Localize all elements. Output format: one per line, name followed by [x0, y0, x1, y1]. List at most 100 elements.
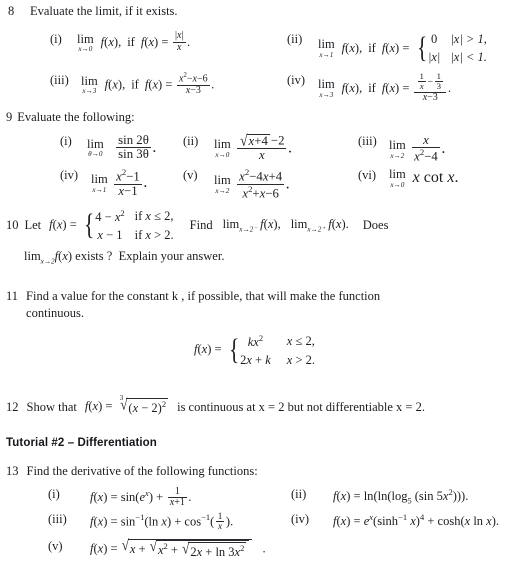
case-1-condition: |x| > 1,: [450, 31, 487, 46]
item-label-iii: (iii): [50, 72, 69, 87]
question-13-item-ii: (ii) f(x) = ln(ln(log5 (sin 5x2))).: [291, 487, 468, 506]
question-10: 10 Let f(x) = { 4 − x2 if x ≤ 2, x − 1 i…: [6, 208, 503, 266]
limit-operator: lim x→3: [81, 73, 98, 96]
case-1-condition: if x ≤ 2,: [134, 209, 174, 224]
limit-operator: lim x→1: [318, 37, 335, 59]
item-label-i: (i): [50, 31, 62, 46]
item-v-expression: f(x) = √ x + √ x2 + √ 2x + ln 3x2 .: [90, 536, 266, 560]
question-9-item-v: (v) lim x→2 x2−4x+4 x2+x−6.: [183, 166, 290, 201]
worksheet-page: 8 Evaluate the limit, if it exists. (i) …: [0, 0, 507, 577]
question-10-does-word: Does: [362, 218, 389, 233]
item-ii-expression: f(x) = ln(ln(log5 (sin 5x2))).: [333, 487, 469, 506]
question-8-item-ii: (ii) lim x→1 f(x), if f(x) = { 0 |x| > 1, |…: [287, 32, 487, 66]
question-8-item-iv: (iv) lim x→3 f(x), if f(x) = 1 x −1 3 x−3 .: [287, 70, 452, 105]
item-iv-expression: f(x) = ex(sinh−1 x)4 + cosh(x ln x).: [333, 512, 500, 529]
question-10-number: 10: [6, 218, 19, 233]
limit-operator: lim x→0: [214, 137, 231, 159]
question-9-item-i: (i) lim θ→0 sin 2θ sin 3θ.: [60, 132, 157, 163]
item-label-iii: (iii): [358, 134, 377, 148]
item-label-iii: (iii): [48, 512, 67, 526]
question-13: 13 Find the derivative of the following …: [6, 464, 503, 564]
question-10-lead: Let: [24, 218, 42, 233]
question-8-number: 8: [8, 4, 15, 18]
question-8-item-i: (i) lim x→0 f(x), if f(x) = |x| x.: [50, 30, 191, 55]
question-9-item-iv: (iv) lim x→1 x2−1 x−1.: [60, 166, 148, 199]
left-brace-icon: {: [83, 208, 95, 242]
tutorial-heading: Tutorial #2 – Differentiation: [6, 437, 157, 449]
question-9-prompt: Evaluate the following:: [17, 110, 135, 124]
item-label-ii: (ii): [287, 31, 303, 46]
question-13-item-iii: (iii) f(x) = sin−1(ln x) + cos−1(1 x).: [48, 512, 233, 533]
item-i-expression: lim θ→0 sin 2θ sin 3θ.: [87, 132, 157, 162]
question-9-item-vi: (vi) lim x→0 x cot x.: [358, 168, 458, 189]
limit-operator: lim x→2: [389, 138, 406, 160]
case-2-condition: if x > 2.: [134, 228, 174, 243]
question-11-prompt-line2: continuous.: [26, 306, 85, 320]
item-iv-expression: lim x→1 x2−1 x−1.: [91, 166, 148, 198]
item-v-expression: lim x→2 x2−4x+4 x2+x−6.: [214, 166, 290, 200]
item-iii-expression: f(x) = sin−1(ln x) + cos−1(1 x).: [90, 511, 234, 533]
limit-operator: lim x→0: [389, 167, 406, 189]
case-1-value: 4 − x2: [95, 208, 125, 225]
question-11-number: 11: [6, 289, 19, 303]
limit-operator: lim θ→0: [87, 136, 104, 159]
question-9: 9 Evaluate the following: (i) lim θ→0 sin…: [6, 110, 503, 200]
square-root-outer: √ x + √ x2 + √ 2x + ln 3x2: [122, 537, 253, 560]
question-11: 11 Find a value for the constant k , if …: [6, 289, 503, 368]
question-13-prompt: Find the derivative of the following fun…: [26, 464, 258, 478]
item-iii-expression: lim x→3 f(x), if f(x) = x2−x−6 x−3.: [81, 72, 215, 97]
question-8-prompt: Evaluate the limit, if it exists.: [30, 4, 178, 18]
case-2-condition: x > 2.: [286, 353, 316, 368]
question-8: 8 Evaluate the limit, if it exists. (i) …: [8, 4, 503, 103]
case-1-value: 0: [431, 31, 438, 46]
question-10-limit-right: limx→2⁺ f(x).: [290, 217, 349, 234]
piecewise-definition: { kx2 x ≤ 2, 2x + k x > 2.: [227, 333, 315, 368]
left-brace-icon: {: [228, 333, 240, 367]
question-12-number: 12: [6, 399, 19, 414]
question-13-item-v: (v) f(x) = √ x + √ x2 + √ 2x + ln 3x2 .: [48, 536, 266, 560]
item-i-expression: lim x→0 f(x), if f(x) = |x| x.: [77, 30, 191, 54]
question-11-function: f(x) = { kx2 x ≤ 2, 2x + k x > 2.: [193, 333, 316, 368]
question-12-function: f(x) = 3 √ (x − 2)2: [84, 394, 169, 416]
case-1-condition: x ≤ 2,: [286, 334, 315, 349]
case-2-value: 2x + k: [240, 353, 271, 368]
item-label-v: (v): [48, 539, 63, 553]
question-10-function: f(x) = { 4 − x2 if x ≤ 2, x − 1 if x > 2…: [49, 208, 174, 243]
piecewise-definition: { 0 |x| > 1, |x| |x| < 1.: [415, 32, 487, 66]
item-iv-expression: lim x→3 f(x), if f(x) = 1 x −1 3 x−3 .: [318, 70, 452, 104]
piecewise-definition: { 4 − x2 if x ≤ 2, x − 1 if x > 2.: [82, 208, 174, 243]
question-10-find-word: Find: [189, 218, 213, 233]
item-label-i: (i): [48, 487, 60, 501]
item-label-i: (i): [60, 134, 72, 148]
question-13-item-iv: (iv) f(x) = ex(sinh−1 x)4 + cosh(x ln x)…: [291, 512, 499, 529]
question-12-text-before: Show that: [26, 399, 77, 414]
item-label-iv: (iv): [291, 512, 310, 526]
item-label-vi: (vi): [358, 168, 377, 182]
left-brace-icon: {: [416, 31, 427, 65]
item-label-ii: (ii): [291, 487, 307, 501]
limit-operator: lim x→2: [214, 173, 231, 195]
question-13-number: 13: [6, 464, 19, 478]
item-label-ii: (ii): [183, 134, 199, 148]
question-12-text-after: is continuous at x = 2 but not different…: [177, 399, 425, 414]
cube-root: 3 √ (x − 2)2: [119, 394, 169, 416]
question-12: 12 Show that f(x) = 3 √ (x − 2)2 is contin…: [6, 394, 503, 416]
limit-operator: lim x→0: [77, 31, 94, 54]
item-iii-expression: lim x→2 x x2−4.: [389, 132, 446, 164]
question-9-item-iii: (iii) lim x→2 x x2−4.: [358, 132, 446, 165]
question-11-prompt-line1: Find a value for the constant k , if pos…: [26, 289, 381, 303]
item-label-iv: (iv): [287, 72, 306, 87]
question-8-item-iii: (iii) lim x→3 f(x), if f(x) = x2−x−6 x−3.: [50, 72, 215, 98]
limit-operator: lim x→1: [91, 172, 108, 194]
question-10-line2: limx→2f(x) exists ? Explain your answer.: [24, 249, 225, 266]
square-root-inner: √ 2x + ln 3x2: [182, 539, 247, 560]
item-label-v: (v): [183, 168, 198, 182]
item-vi-expression: lim x→0 x cot x.: [389, 167, 459, 189]
item-ii-expression: lim x→0 √ x+4 −2 x .: [214, 131, 292, 163]
question-9-item-ii: (ii) lim x→0 √ x+4 −2 x .: [183, 131, 292, 164]
item-label-iv: (iv): [60, 168, 79, 182]
case-1-value: kx2: [247, 333, 264, 350]
limit-operator: lim x→3: [318, 77, 335, 99]
item-ii-expression: lim x→1 f(x), if f(x) = { 0 |x| > 1, |x| |x…: [318, 31, 487, 66]
square-root-middle: √ x2 + √ 2x + ln 3x2: [150, 538, 250, 560]
